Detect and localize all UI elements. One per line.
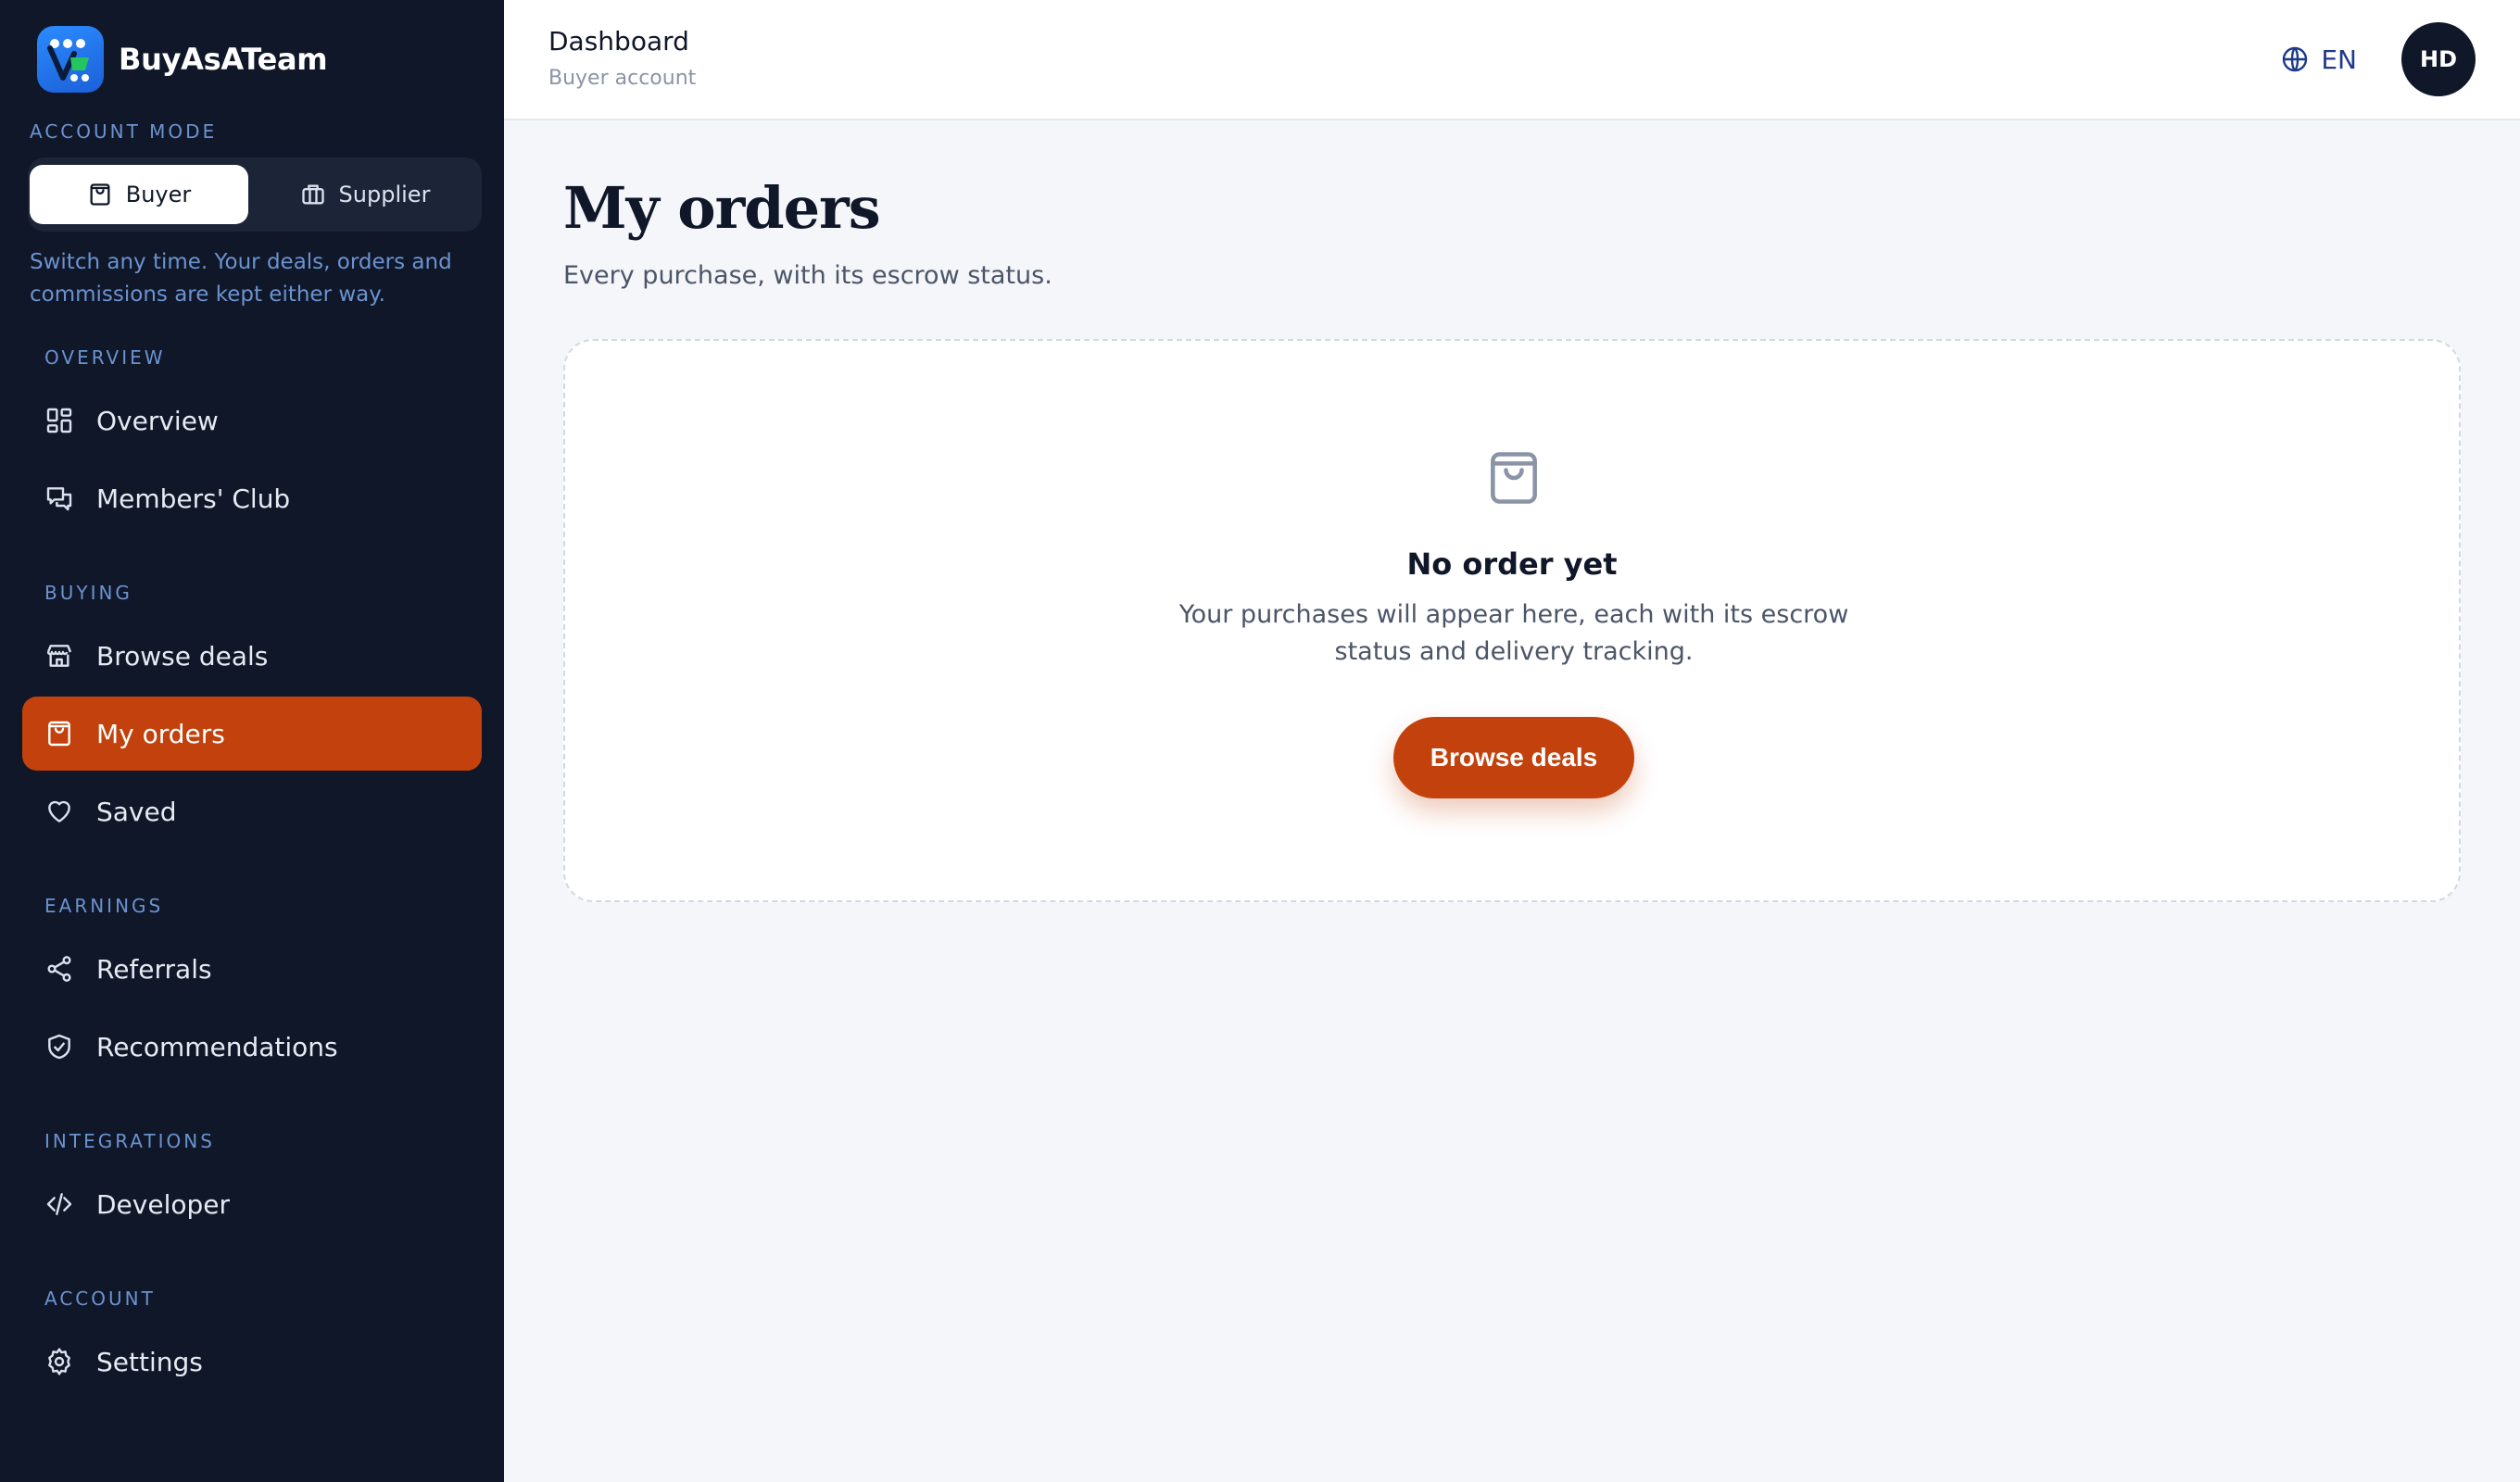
sidebar-item-my-orders[interactable]: My orders xyxy=(22,697,482,771)
account-mode-switch: Buyer Supplier xyxy=(28,157,482,232)
sidebar-item-settings[interactable]: Settings xyxy=(22,1325,482,1399)
sidebar-item-label: Overview xyxy=(96,405,219,436)
store-icon xyxy=(301,184,324,205)
storefront-icon xyxy=(46,645,72,667)
buyer-mode-label: Buyer xyxy=(125,182,192,207)
language-code: EN xyxy=(2321,44,2357,75)
sidebar-item-label: Recommendations xyxy=(96,1031,338,1062)
sidebar-item-label: Developer xyxy=(96,1188,231,1220)
page-title: My orders xyxy=(563,174,881,242)
browse-deals-button[interactable]: Browse deals xyxy=(1393,717,1634,798)
supplier-mode-label: Supplier xyxy=(338,182,431,207)
sidebar-item-label: Browse deals xyxy=(96,640,269,672)
header-subtitle: Buyer account xyxy=(548,67,697,90)
empty-state-text: Your purchases will appear here, each wi… xyxy=(1178,600,1849,666)
sidebar-item-saved[interactable]: Saved xyxy=(22,774,482,848)
buyer-mode-button[interactable]: Buyer xyxy=(30,165,248,224)
header-title: Dashboard xyxy=(548,26,689,57)
avatar[interactable]: HD xyxy=(2401,22,2476,96)
supplier-mode-button[interactable]: Supplier xyxy=(256,165,474,224)
top-header: Dashboard Buyer account EN HD xyxy=(504,0,2520,120)
handshake-badge-icon xyxy=(48,1034,70,1060)
dashboard-grid-icon xyxy=(46,408,72,433)
chat-bubbles-icon xyxy=(46,487,72,511)
section-label-earnings: EARNINGS xyxy=(44,895,164,917)
brand-logo-icon xyxy=(37,26,104,93)
share-icon xyxy=(47,956,71,982)
sidebar-item-recommendations[interactable]: Recommendations xyxy=(22,1010,482,1084)
shopping-bag-icon xyxy=(1491,452,1537,504)
sidebar-item-referrals[interactable]: Referrals xyxy=(22,932,482,1006)
page-subtitle: Every purchase, with its escrow status. xyxy=(563,261,1052,290)
brand[interactable]: BuyAsATeam xyxy=(37,26,328,93)
heart-icon xyxy=(48,800,70,823)
sidebar-item-developer[interactable]: Developer xyxy=(22,1167,482,1241)
gear-icon xyxy=(48,1348,70,1375)
sidebar-item-label: Members' Club xyxy=(96,483,291,514)
section-label-overview: OVERVIEW xyxy=(44,346,166,369)
globe-icon xyxy=(2283,46,2308,72)
sidebar: BuyAsATeam ACCOUNT MODE Buyer Supplier S… xyxy=(0,0,504,1482)
shopping-bag-icon xyxy=(90,183,110,206)
section-label-buying: BUYING xyxy=(44,582,132,604)
sidebar-item-overview[interactable]: Overview xyxy=(22,383,482,458)
sidebar-item-label: Saved xyxy=(96,796,177,827)
sidebar-item-browse-deals[interactable]: Browse deals xyxy=(22,619,482,693)
sidebar-item-label: My orders xyxy=(96,718,225,749)
account-mode-help: Switch any time. Your deals, orders and … xyxy=(30,250,452,307)
empty-state-title: No order yet xyxy=(1406,546,1618,582)
sidebar-item-label: Referrals xyxy=(96,953,212,985)
sidebar-item-label: Settings xyxy=(96,1346,203,1377)
code-icon xyxy=(46,1193,72,1215)
sidebar-item-members-club[interactable]: Members' Club xyxy=(22,461,482,535)
language-selector[interactable]: EN xyxy=(2280,41,2357,78)
brand-name: BuyAsATeam xyxy=(119,42,328,77)
account-mode-label: ACCOUNT MODE xyxy=(30,120,218,143)
shopping-bag-icon xyxy=(48,721,70,747)
section-label-integrations: INTEGRATIONS xyxy=(44,1130,215,1152)
section-label-account: ACCOUNT xyxy=(44,1287,156,1310)
empty-state-card: No order yet Your purchases will appear … xyxy=(563,339,2461,902)
